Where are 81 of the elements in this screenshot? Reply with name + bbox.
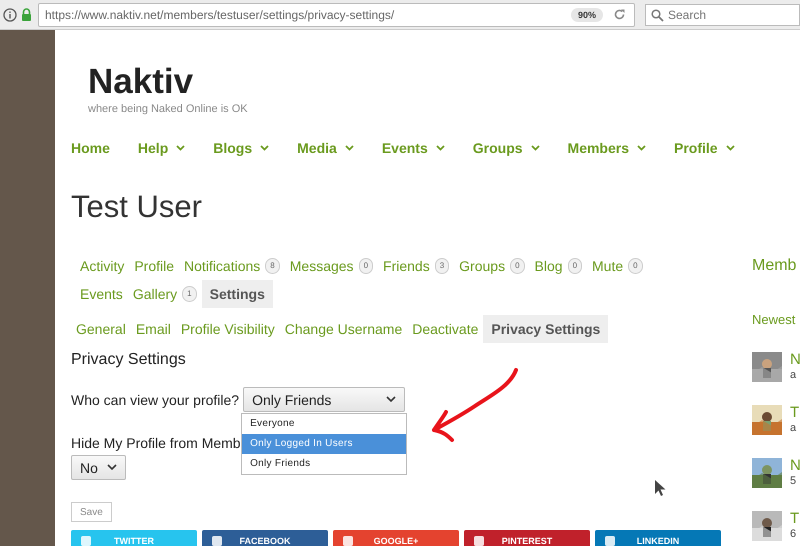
info-icon[interactable] [3,8,17,22]
member-meta: a [790,370,798,381]
nav-link[interactable]: Profile [674,138,735,158]
share-button[interactable]: TWITTER [71,530,197,546]
share-icon [212,536,222,546]
save-button[interactable]: Save [71,502,112,522]
cursor-icon [655,480,666,497]
subnav-link[interactable]: Email [130,315,176,343]
profile-tab[interactable]: Notifications 8 [179,252,285,280]
share-icon [81,536,91,546]
zoom-level[interactable]: 90% [570,8,603,22]
profile-tab[interactable]: Mute 0 [587,252,648,280]
profile-tab[interactable]: Groups 0 [454,252,530,280]
member-name[interactable]: N [790,352,800,367]
count-badge: 8 [265,258,280,274]
nav-link[interactable]: Media [297,138,354,158]
count-badge: 0 [628,258,643,274]
dropdown-option[interactable]: Only Logged In Users [242,434,406,454]
page-title: Test User [71,188,203,226]
search-field[interactable]: Search [645,4,800,26]
field-label: Who can view your profile? [71,391,240,409]
site-tagline: where being Naked Online is OK [87,102,249,116]
filter-link[interactable]: Newest [752,311,800,329]
share-icon [605,536,615,546]
subnav-link[interactable]: Privacy Settings [483,315,608,343]
dropdown-option[interactable]: Only Friends [242,454,406,474]
member-name[interactable]: N [790,458,800,473]
profile-tab[interactable]: Gallery 1 [128,280,202,308]
dropdown-option[interactable]: Everyone [242,414,406,434]
nav-link[interactable]: Members [568,138,646,158]
chevron-icon [260,145,270,151]
member-meta: 5 [790,476,798,487]
profile-tab[interactable]: Settings [202,280,273,308]
share-button[interactable]: LINKEDIN [595,530,721,546]
share-icon [343,536,353,546]
profile-tab[interactable]: Messages 0 [284,252,378,280]
subnav-link[interactable]: Deactivate [407,315,484,343]
hide-select[interactable]: No [71,455,126,480]
member-name[interactable]: T [790,405,800,420]
profile-tab[interactable]: Events [75,280,128,308]
subnav-link[interactable]: Profile Visibility [176,315,280,343]
chevron-icon [386,396,396,403]
chevron-icon [436,145,445,151]
count-badge: 0 [568,258,582,274]
search-icon [651,8,664,22]
profile-tab[interactable]: Friends 3 [378,252,454,280]
share-button[interactable]: PINTEREST [464,530,590,546]
chevron-icon [530,145,540,151]
chevron-icon [176,145,186,151]
chevron-icon [637,145,646,151]
field-label: Hide My Profile from Memb [71,434,241,452]
share-icon [474,536,484,546]
count-badge: 0 [510,258,525,274]
share-button[interactable]: GOOGLE+ [333,530,459,546]
nav-link[interactable]: Home [71,138,110,158]
nav-link[interactable]: Events [382,138,445,158]
profile-tab[interactable]: Blog 0 [530,252,588,280]
member-meta: 6 [790,529,798,540]
visibility-select[interactable]: Only Friends [243,387,406,412]
subnav-link[interactable]: Change Username [280,315,408,343]
member-name[interactable]: T [790,511,800,526]
profile-tab[interactable]: Profile [129,252,180,280]
site-title[interactable]: Naktiv [71,62,800,102]
count-badge: 1 [182,286,197,302]
chevron-icon [344,145,354,151]
widget-title: Memb [752,256,798,276]
count-badge: 0 [358,258,374,274]
chevron-icon [726,145,735,151]
nav-link[interactable]: Help [138,138,186,158]
count-badge: 3 [434,258,450,274]
profile-tab[interactable]: Activity [75,252,130,280]
reload-icon[interactable] [613,8,626,21]
share-button[interactable]: FACEBOOK [202,530,328,546]
chevron-icon [107,464,117,471]
nav-link[interactable]: Blogs [213,138,270,158]
lock-icon [21,8,32,21]
nav-link[interactable]: Groups [472,138,540,158]
address-field[interactable]: https://www.naktiv.net/members/testuser/settings/privacy-settings/ 90% [38,2,635,26]
subnav-link[interactable]: General [71,315,131,343]
section-title: Privacy Settings [71,350,187,370]
member-meta: a [790,423,798,434]
